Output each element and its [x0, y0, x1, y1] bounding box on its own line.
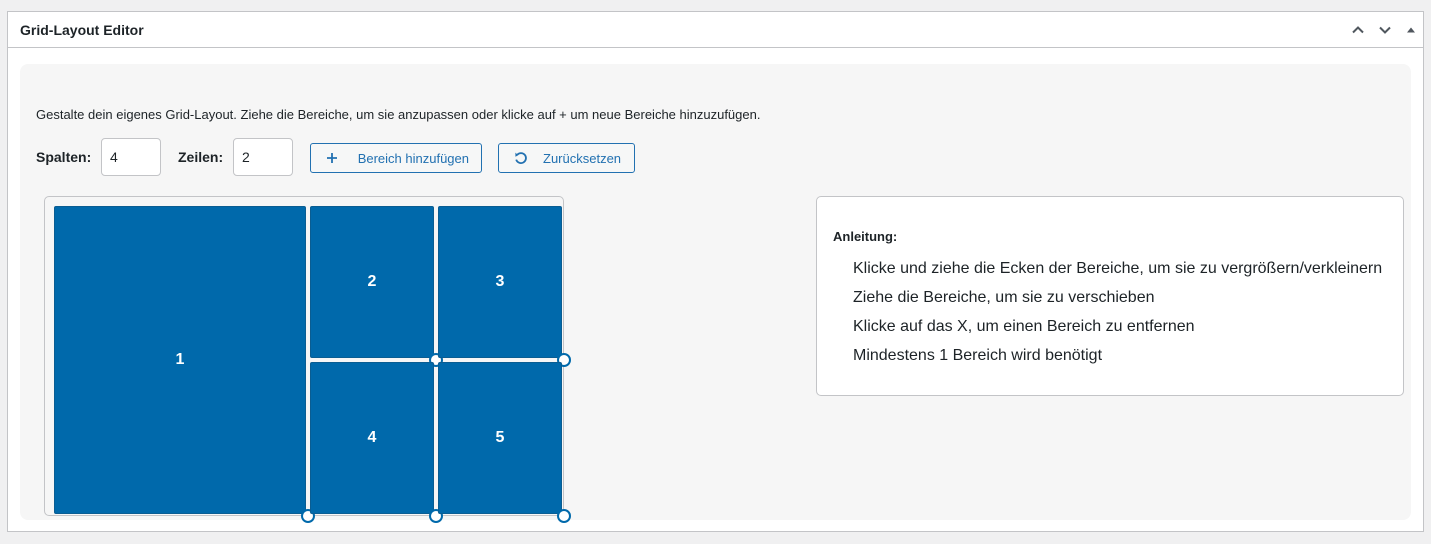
reset-label: Zurücksetzen: [543, 150, 622, 166]
instruction-item: Ziehe die Bereiche, um sie zu verschiebe…: [853, 289, 1155, 306]
instructions-box: Anleitung: Klicke und ziehe die Ecken de…: [816, 196, 1404, 396]
panel-title: Grid-Layout Editor: [20, 22, 144, 38]
grid-canvas: 12345: [44, 196, 571, 523]
instructions-list: Klicke und ziehe die Ecken der Bereiche,…: [853, 258, 1382, 374]
grid-area[interactable]: 5: [438, 362, 562, 514]
grid-area[interactable]: 2: [310, 206, 434, 358]
chevron-up-icon: [1352, 26, 1364, 34]
instructions-title: Anleitung:: [833, 229, 898, 244]
instruction-item: Mindestens 1 Bereich wird benötigt: [853, 347, 1103, 364]
instruction-item: Klicke und ziehe die Ecken der Bereiche,…: [853, 260, 1383, 277]
plus-icon: [325, 150, 340, 166]
add-area-label: Bereich hinzufügen: [357, 150, 469, 166]
chevron-down-icon: [1379, 26, 1391, 34]
move-down-button[interactable]: [1375, 20, 1395, 40]
reset-icon: [513, 150, 529, 166]
editor-description: Gestalte dein eigenes Grid-Layout. Ziehe…: [36, 107, 761, 122]
grid-area[interactable]: 1: [54, 206, 306, 514]
add-area-button[interactable]: Bereich hinzufügen: [310, 143, 482, 173]
triangle-up-icon: [1407, 27, 1415, 33]
columns-label: Spalten:: [36, 149, 92, 165]
grid-area[interactable]: 4: [310, 362, 434, 514]
panel-header: Grid-Layout Editor: [8, 12, 1423, 48]
instruction-item: Klicke auf das X, um einen Bereich zu en…: [853, 318, 1195, 335]
grid-area[interactable]: 3: [438, 206, 562, 358]
grid-layout-editor-panel: Grid-Layout Editor Gestalte dein eigenes…: [7, 11, 1424, 532]
resize-handle[interactable]: [557, 509, 571, 523]
move-up-button[interactable]: [1348, 20, 1368, 40]
rows-input[interactable]: [233, 138, 293, 176]
columns-input[interactable]: [101, 138, 161, 176]
reset-button[interactable]: Zurücksetzen: [498, 143, 635, 173]
editor-area: Gestalte dein eigenes Grid-Layout. Ziehe…: [20, 64, 1411, 523]
toggle-panel-button[interactable]: [1401, 20, 1421, 40]
rows-label: Zeilen:: [178, 149, 224, 165]
